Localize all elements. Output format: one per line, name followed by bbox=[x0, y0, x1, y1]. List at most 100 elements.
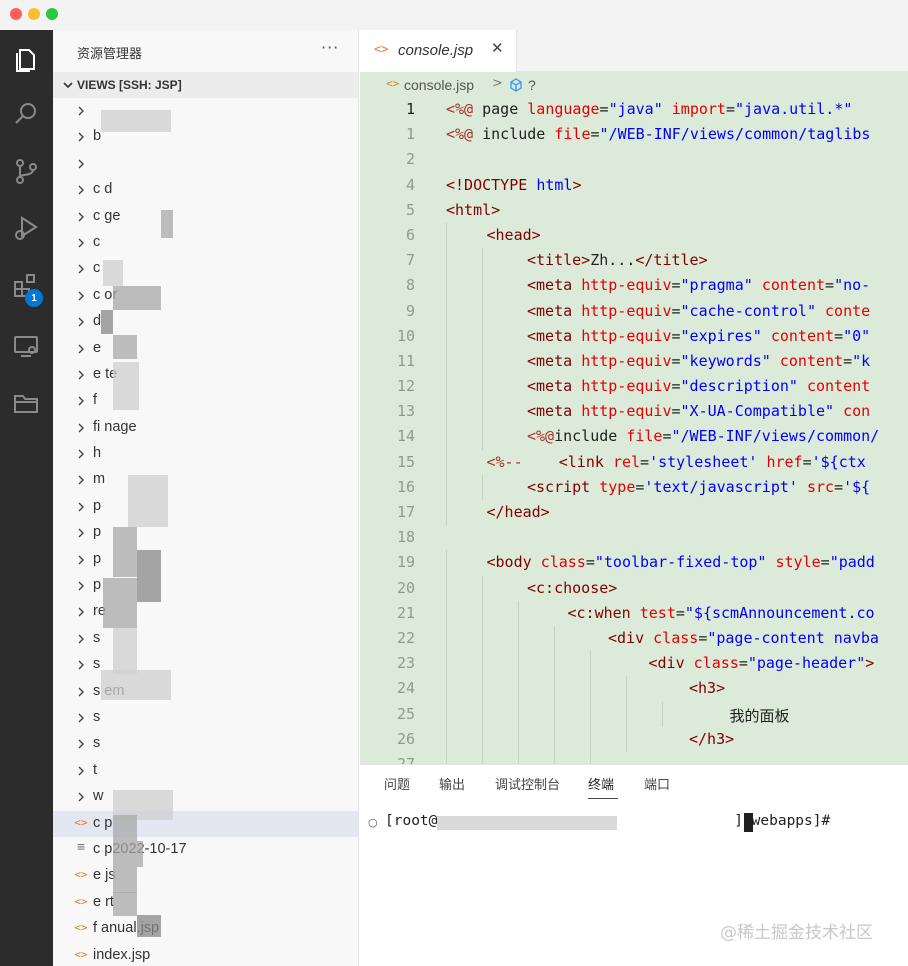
line-number: 10 bbox=[396, 326, 415, 345]
tree-folder[interactable]: e te bbox=[53, 362, 358, 388]
tab-label: console.jsp bbox=[398, 42, 474, 59]
tree-folder[interactable]: m bbox=[53, 467, 358, 493]
line-number: 6 bbox=[405, 225, 415, 244]
tree-folder[interactable]: p bbox=[53, 494, 358, 520]
code-token: rel bbox=[612, 452, 641, 471]
remote-explorer-icon[interactable] bbox=[8, 328, 44, 364]
indent-guide bbox=[518, 726, 519, 752]
code-token: "keywords" bbox=[680, 351, 771, 370]
tree-folder[interactable] bbox=[53, 151, 358, 177]
tree-file[interactable]: <> e rt bbox=[53, 890, 358, 916]
indent-guide bbox=[446, 399, 447, 425]
code-token: content bbox=[770, 326, 835, 345]
code-token: file bbox=[554, 125, 591, 144]
tree-folder[interactable]: s bbox=[53, 731, 358, 757]
workspace-section-header[interactable]: VIEWS [SSH: JSP] bbox=[53, 72, 358, 98]
editor-tab-bar: <> console.jsp ✕ bbox=[360, 30, 908, 72]
chevron-right-icon bbox=[78, 264, 84, 274]
code-token: href bbox=[766, 452, 803, 471]
tree-item-label: d bbox=[93, 313, 102, 330]
tree-folder[interactable]: b bbox=[53, 124, 358, 150]
tab-terminal[interactable]: 终端 bbox=[588, 774, 614, 793]
code-token: = bbox=[671, 326, 681, 345]
tree-folder[interactable]: re bbox=[53, 599, 358, 625]
tree-file[interactable]: <> f anual.jsp bbox=[53, 916, 358, 942]
tree-item-label: c ge bbox=[93, 207, 121, 224]
code-token: <title> bbox=[527, 251, 591, 270]
breadcrumb-symbol[interactable]: ? bbox=[528, 77, 536, 93]
tree-folder[interactable]: s bbox=[53, 652, 358, 678]
tab-ports[interactable]: 端口 bbox=[644, 774, 670, 793]
active-tab-indicator bbox=[588, 798, 618, 799]
tree-file[interactable]: <> c p bbox=[53, 810, 358, 837]
code-token: "padd bbox=[829, 553, 875, 572]
code-line: 10 <meta http-equiv="expires" content="0" bbox=[360, 323, 908, 349]
tree-folder[interactable]: c or bbox=[53, 283, 358, 309]
tree-folder[interactable]: p bbox=[53, 547, 358, 573]
tree-folder[interactable] bbox=[53, 98, 358, 124]
tree-folder[interactable]: t bbox=[53, 758, 358, 784]
code-token: <div bbox=[608, 628, 654, 647]
tree-folder[interactable]: s bbox=[53, 705, 358, 731]
minimize-window-button[interactable] bbox=[28, 8, 40, 20]
zoom-window-button[interactable] bbox=[46, 8, 58, 20]
tab-output[interactable]: 输出 bbox=[439, 774, 465, 793]
line-number: 19 bbox=[396, 553, 415, 572]
code-text: <title>Zh...</title> bbox=[527, 251, 708, 269]
tree-file[interactable]: <> e js bbox=[53, 863, 358, 889]
code-text: <meta http-equiv="cache-control" conte bbox=[527, 302, 870, 320]
tree-folder[interactable]: p bbox=[53, 573, 358, 599]
indent-guide bbox=[482, 676, 483, 702]
tree-folder[interactable]: s bbox=[53, 626, 358, 652]
code-token: "pragma" bbox=[680, 276, 753, 295]
tree-folder[interactable]: f bbox=[53, 388, 358, 414]
explorer-icon[interactable] bbox=[8, 40, 44, 76]
code-line: 1 <%@ page language="java" import="java.u… bbox=[360, 97, 908, 122]
tree-folder[interactable]: fi nage bbox=[53, 415, 358, 441]
indent-guide bbox=[446, 474, 447, 500]
folder-icon[interactable] bbox=[8, 385, 44, 421]
run-debug-icon[interactable] bbox=[8, 210, 44, 246]
tree-item-label: e rt bbox=[93, 893, 114, 910]
indent-guide bbox=[482, 323, 483, 349]
code-token: "description" bbox=[680, 377, 798, 396]
close-window-button[interactable] bbox=[10, 8, 22, 20]
code-token: "k bbox=[852, 351, 871, 370]
tree-folder[interactable]: d bbox=[53, 309, 358, 335]
tab-debug-console[interactable]: 调试控制台 bbox=[495, 774, 560, 793]
breadcrumb-file[interactable]: console.jsp bbox=[404, 77, 474, 93]
code-token: include bbox=[473, 125, 555, 144]
tree-item-label: w bbox=[93, 788, 104, 805]
tab-console-jsp[interactable]: <> console.jsp ✕ bbox=[360, 30, 517, 72]
code-token: = bbox=[590, 125, 600, 144]
indent-guide bbox=[518, 676, 519, 702]
tree-folder[interactable]: e bbox=[53, 336, 358, 362]
indent-guide bbox=[446, 374, 447, 400]
code-line: 16 <script type='text/javascript' src='${ bbox=[360, 474, 908, 500]
tree-file[interactable]: <> index.jsp bbox=[53, 943, 358, 966]
line-number: 24 bbox=[396, 679, 415, 698]
tree-folder[interactable]: p bbox=[53, 520, 358, 546]
code-token: '${ctx bbox=[811, 452, 866, 471]
code-token: "X-UA-Compatible" bbox=[680, 402, 835, 421]
tree-folder[interactable]: c ge bbox=[53, 204, 358, 230]
code-editor[interactable]: <> console.jsp > ? 1 <%@ page language="j… bbox=[360, 72, 908, 764]
code-line: 23 <div class="page-header"> bbox=[360, 651, 908, 677]
more-actions-icon[interactable]: ··· bbox=[321, 38, 339, 57]
close-icon[interactable]: ✕ bbox=[491, 39, 504, 57]
tree-folder[interactable]: h bbox=[53, 441, 358, 467]
code-token: content bbox=[761, 276, 826, 295]
indent-guide bbox=[482, 298, 483, 324]
tree-folder[interactable]: c bbox=[53, 256, 358, 282]
source-control-icon[interactable] bbox=[8, 153, 44, 189]
tree-folder[interactable]: c bbox=[53, 230, 358, 256]
tree-folder[interactable]: c d bbox=[53, 177, 358, 203]
tree-file[interactable]: ≡ c p2022-10-17 bbox=[53, 837, 358, 863]
tree-folder[interactable]: w bbox=[53, 784, 358, 810]
tab-problems[interactable]: 问题 bbox=[384, 774, 410, 793]
code-token: "${scmAnnouncement.co bbox=[684, 603, 875, 622]
tree-folder[interactable]: s em bbox=[53, 679, 358, 705]
search-icon[interactable] bbox=[8, 96, 44, 132]
